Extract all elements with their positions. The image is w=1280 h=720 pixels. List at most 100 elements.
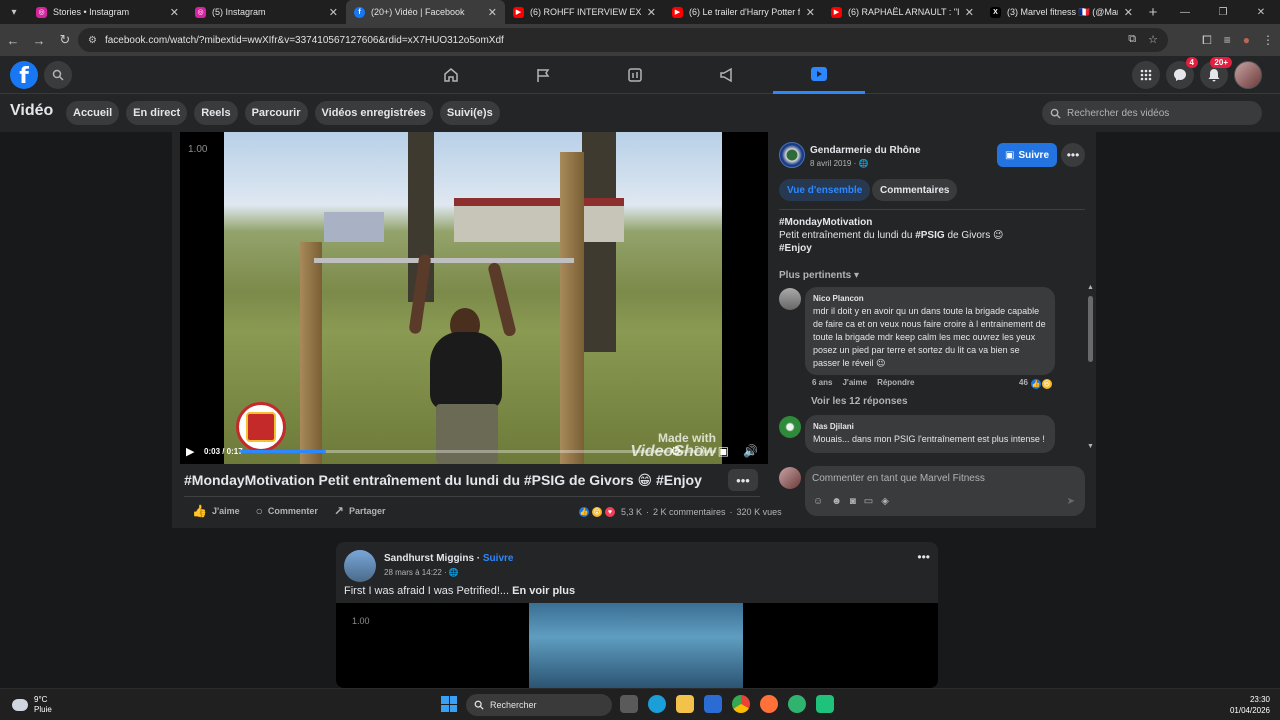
fullscreen-icon[interactable]: ⛶ [695, 444, 703, 459]
avatar-sticker-icon[interactable]: ☺ [813, 496, 823, 507]
author-avatar[interactable] [344, 550, 376, 582]
browser-tab[interactable]: ▶(6) ROHFF INTERVIEW EXCLUSIVE✕ [505, 0, 664, 24]
browser-tab[interactable]: ▶(6) RAPHAËL ARNAULT : "ILS SE✕ [823, 0, 982, 24]
tab-overview[interactable]: Vue d'ensemble [779, 179, 871, 201]
browser-tab[interactable]: ▶ (6) Le trailer d'Harry Potter fait ✕ [664, 0, 823, 24]
send-icon[interactable]: ➤ [1067, 496, 1075, 507]
messenger-icon[interactable]: 4 [1166, 57, 1198, 89]
commenter-avatar[interactable] [779, 288, 801, 310]
app-icon[interactable] [816, 695, 834, 713]
task-view-icon[interactable] [620, 695, 638, 713]
view-replies-link[interactable]: Voir les 12 réponses [811, 396, 908, 407]
install-app-icon[interactable]: ⧉ [1128, 33, 1136, 46]
gif-icon[interactable]: ▭ [864, 496, 873, 507]
profile-icon[interactable]: ● [1243, 33, 1250, 47]
site-info-icon[interactable]: ⚙ [88, 35, 97, 46]
post-more-icon[interactable]: ••• [728, 469, 758, 491]
windows-start-icon[interactable] [441, 696, 457, 712]
ads-megaphone-icon[interactable] [681, 56, 773, 94]
account-avatar[interactable] [1234, 61, 1262, 89]
comment-author[interactable]: Nas Djilani [813, 420, 1047, 433]
hashtag-link[interactable]: #MondayMotivation [779, 217, 872, 228]
menu-grid-icon[interactable] [1132, 61, 1160, 89]
hashtag-link[interactable]: #PSIG [915, 230, 944, 241]
comments-scrollbar[interactable] [1088, 296, 1093, 362]
maximize-icon[interactable]: ❐ [1204, 7, 1242, 18]
settings-gear-icon[interactable]: ⚙ [671, 444, 682, 459]
close-tab-icon[interactable]: ✕ [329, 6, 338, 19]
forward-arrow-icon[interactable]: → [26, 33, 52, 48]
close-tab-icon[interactable]: ✕ [806, 6, 815, 19]
browser-tab-active[interactable]: f (20+) Vidéo | Facebook ✕ [346, 0, 505, 24]
comment-reactions[interactable]: 46 👍 😆 [1019, 378, 1053, 390]
comment-composer[interactable]: Commenter en tant que Marvel Fitness ☺ ☻… [805, 466, 1085, 516]
clock[interactable]: 23:30 01/04/2026 [1230, 694, 1270, 716]
pill-suivis[interactable]: Suivi(e)s [439, 101, 500, 125]
search-icon[interactable] [44, 61, 72, 89]
scroll-up-arrow-icon[interactable]: ▲ [1087, 284, 1094, 291]
tab-comments[interactable]: Commentaires [872, 179, 958, 201]
close-tab-icon[interactable]: ✕ [1124, 6, 1133, 19]
comment-age[interactable]: 6 ans [812, 378, 832, 387]
back-arrow-icon[interactable]: ← [0, 33, 26, 48]
play-icon[interactable]: ▶ [186, 445, 194, 458]
volume-icon[interactable]: 🔊 [743, 444, 758, 459]
marketplace-icon[interactable] [589, 56, 681, 94]
pill-reels[interactable]: Reels [194, 101, 238, 125]
facebook-logo-icon[interactable]: f [10, 61, 38, 89]
address-bar[interactable]: ⚙ facebook.com/watch/?mibextid=wwXIfr&v=… [78, 28, 1168, 52]
comment-like-link[interactable]: J'aime [842, 378, 867, 387]
progress-bar[interactable] [240, 450, 716, 453]
follow-button[interactable]: ▣ Suivre [997, 143, 1057, 167]
store-icon[interactable] [704, 695, 722, 713]
like-button[interactable]: 👍 J'aime [192, 504, 240, 518]
hashtag-link[interactable]: #Enjoy [779, 243, 812, 254]
close-tab-icon[interactable]: ✕ [170, 6, 179, 19]
weather-widget[interactable]: 9°C Pluie [12, 695, 52, 715]
close-window-icon[interactable]: ✕ [1242, 7, 1280, 18]
follow-link[interactable]: Suivre [483, 553, 514, 564]
share-button[interactable]: ↗ Partager [334, 504, 386, 518]
comment-button[interactable]: ○ Commenter [256, 504, 318, 518]
comments-count[interactable]: 2 K commentaires [653, 507, 726, 517]
emoji-icon[interactable]: ☻ [831, 496, 842, 507]
notifications-bell-icon[interactable]: 20+ [1200, 57, 1232, 89]
page-more-icon[interactable]: ••• [1061, 143, 1085, 167]
close-tab-icon[interactable]: ✕ [647, 6, 656, 19]
close-tab-icon[interactable]: ✕ [965, 6, 974, 19]
edge-icon[interactable] [648, 695, 666, 713]
taskbar-search[interactable]: Rechercher [466, 694, 612, 716]
edge-dev-icon[interactable] [788, 695, 806, 713]
browser-tab[interactable]: ◎ (5) Instagram ✕ [187, 0, 346, 24]
firefox-icon[interactable] [760, 695, 778, 713]
scroll-down-arrow-icon[interactable]: ▼ [1087, 443, 1094, 450]
post-more-icon[interactable]: ••• [917, 550, 930, 564]
menu-kebab-icon[interactable]: ⋮ [1262, 33, 1274, 47]
media-controls-icon[interactable]: ≡ [1224, 33, 1231, 47]
comment-sort-dropdown[interactable]: Plus pertinents ▾ [779, 270, 859, 281]
pill-accueil[interactable]: Accueil [66, 101, 120, 125]
see-more-link[interactable]: En voir plus [512, 585, 575, 597]
miniplayer-icon[interactable]: ▣ [718, 444, 729, 459]
pages-flag-icon[interactable] [497, 56, 589, 94]
close-tab-icon[interactable]: ✕ [488, 6, 497, 19]
file-explorer-icon[interactable] [676, 695, 694, 713]
camera-icon[interactable]: ◙ [850, 496, 856, 507]
pill-en-direct[interactable]: En direct [126, 101, 188, 125]
comment-author[interactable]: Nico Plancon [813, 292, 1047, 305]
post-date[interactable]: 8 avril 2019 · 🌐 [810, 159, 868, 168]
page-avatar[interactable] [779, 142, 805, 168]
reactions-count[interactable]: 5,3 K [621, 507, 642, 517]
video-frame[interactable]: Made with VideoShow [224, 132, 722, 464]
browser-tab[interactable]: X(3) Marvel fitness 🇫🇷 (@Marvel_✕ [982, 0, 1141, 24]
reload-icon[interactable]: ↻ [52, 32, 78, 48]
pill-parcourir[interactable]: Parcourir [244, 101, 308, 125]
home-icon[interactable] [405, 56, 497, 94]
new-tab-button[interactable]: + [1141, 4, 1165, 21]
sticker-icon[interactable]: ◈ [881, 496, 889, 507]
post-date[interactable]: 28 mars à 14:22 · 🌐 [384, 568, 459, 577]
video-player[interactable]: 1.00 Made with VideoShow ▶ 0:03 / 0:17 ⚙… [180, 132, 768, 464]
video-thumbnail[interactable] [529, 603, 743, 688]
watch-video-icon[interactable] [773, 56, 865, 94]
chrome-icon[interactable] [732, 695, 750, 713]
